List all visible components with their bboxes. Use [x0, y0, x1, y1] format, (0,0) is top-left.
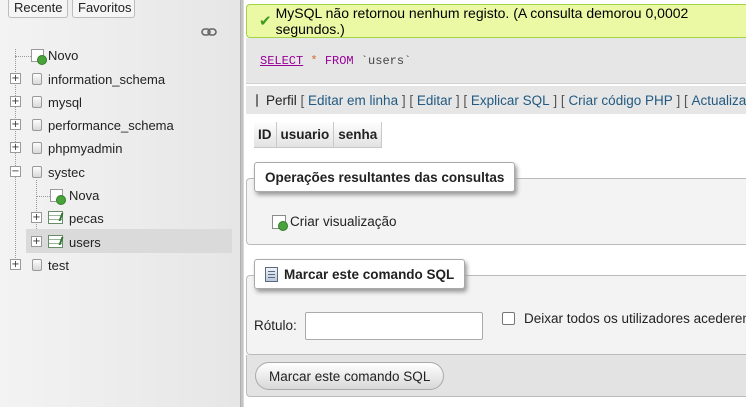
panel-resize-handle[interactable]	[240, 0, 244, 407]
bookmark-icon	[265, 266, 278, 282]
success-text: MySQL não retornou nenhum registo. (A co…	[275, 5, 689, 37]
query-toolbar: Perfil [ Editar em linha ] [ Editar ] [ …	[246, 86, 746, 114]
tree-item-new[interactable]: Novo	[48, 48, 78, 63]
expand-icon[interactable]: +	[31, 236, 42, 247]
sql-table-name: `users`	[360, 54, 412, 68]
create-view-link[interactable]: Criar visualização	[272, 214, 397, 231]
inline-edit-link[interactable]: Editar em linha	[308, 93, 398, 108]
sql-code: SELECT * FROM `users`	[260, 54, 411, 68]
expand-icon[interactable]: +	[10, 142, 21, 153]
sql-query-box: SELECT * FROM `users`	[246, 38, 746, 84]
create-view-icon	[272, 214, 288, 231]
expand-icon[interactable]: +	[10, 96, 21, 107]
expand-icon[interactable]: +	[10, 259, 21, 270]
expand-icon[interactable]: +	[31, 212, 42, 223]
share-with-all-label: Deixar todos os utilizadores acederem	[524, 311, 746, 326]
database-icon	[32, 96, 42, 108]
tree-item-users[interactable]: users	[69, 235, 101, 250]
bookmark-label-text: Rótulo:	[254, 318, 297, 333]
tree-item-pecas[interactable]: pecas	[69, 211, 104, 226]
column-header-usuario[interactable]: usuario	[276, 122, 335, 148]
bookmark-label-input[interactable]	[305, 312, 483, 340]
column-header-id[interactable]: ID	[254, 122, 277, 148]
database-icon	[32, 142, 42, 154]
sql-keyword-link[interactable]: SELECT	[260, 54, 303, 68]
tree-item-information-schema[interactable]: information_schema	[48, 72, 165, 87]
database-tree: Novo + information_schema + mysql + perf…	[0, 0, 240, 407]
tree-item-new-table[interactable]: Nova	[69, 188, 99, 203]
tree-item-mysql[interactable]: mysql	[48, 95, 82, 110]
results-table-header: ID usuario senha	[254, 122, 383, 148]
database-icon	[32, 119, 42, 131]
bookmark-submit-button[interactable]: Marcar este comando SQL	[255, 362, 445, 390]
profile-checkbox[interactable]	[256, 93, 258, 107]
sql-star: *	[310, 54, 318, 68]
new-table-icon	[50, 189, 66, 205]
refresh-link[interactable]: Actualizar	[692, 93, 746, 108]
database-icon	[32, 259, 42, 271]
tree-item-test[interactable]: test	[48, 258, 69, 273]
profile-label: Perfil	[266, 92, 297, 108]
column-header-senha[interactable]: senha	[334, 122, 383, 148]
explain-sql-link[interactable]: Explicar SQL	[471, 93, 550, 108]
database-icon	[32, 73, 42, 85]
create-php-code-link[interactable]: Criar código PHP	[568, 93, 672, 108]
bookmark-legend-text: Marcar este comando SQL	[284, 266, 455, 282]
expand-icon[interactable]: +	[10, 119, 21, 130]
main-content: ✔ MySQL não retornou nenhum registo. (A …	[246, 0, 746, 407]
bookmark-legend: Marcar este comando SQL	[254, 259, 466, 289]
sql-from: FROM	[324, 54, 354, 68]
edit-link[interactable]: Editar	[417, 93, 452, 108]
expand-icon[interactable]: +	[10, 73, 21, 84]
collapse-icon[interactable]: −	[10, 166, 21, 177]
database-icon	[32, 166, 42, 178]
tree-item-systec[interactable]: systec	[48, 165, 85, 180]
table-icon	[48, 211, 63, 224]
checkmark-icon: ✔	[259, 12, 272, 30]
table-icon	[48, 235, 63, 248]
new-database-icon	[31, 49, 47, 65]
navigation-panel: Recente Favoritos Novo + information_sch…	[0, 0, 240, 407]
operations-legend-text: Operações resultantes das consultas	[265, 169, 505, 185]
tree-item-phpmyadmin[interactable]: phpmyadmin	[48, 141, 122, 156]
share-with-all-checkbox[interactable]	[502, 312, 515, 325]
success-message: ✔ MySQL não retornou nenhum registo. (A …	[246, 4, 746, 38]
operations-legend: Operações resultantes das consultas	[254, 162, 516, 192]
tree-item-performance-schema[interactable]: performance_schema	[48, 118, 174, 133]
create-view-label[interactable]: Criar visualização	[290, 214, 397, 229]
